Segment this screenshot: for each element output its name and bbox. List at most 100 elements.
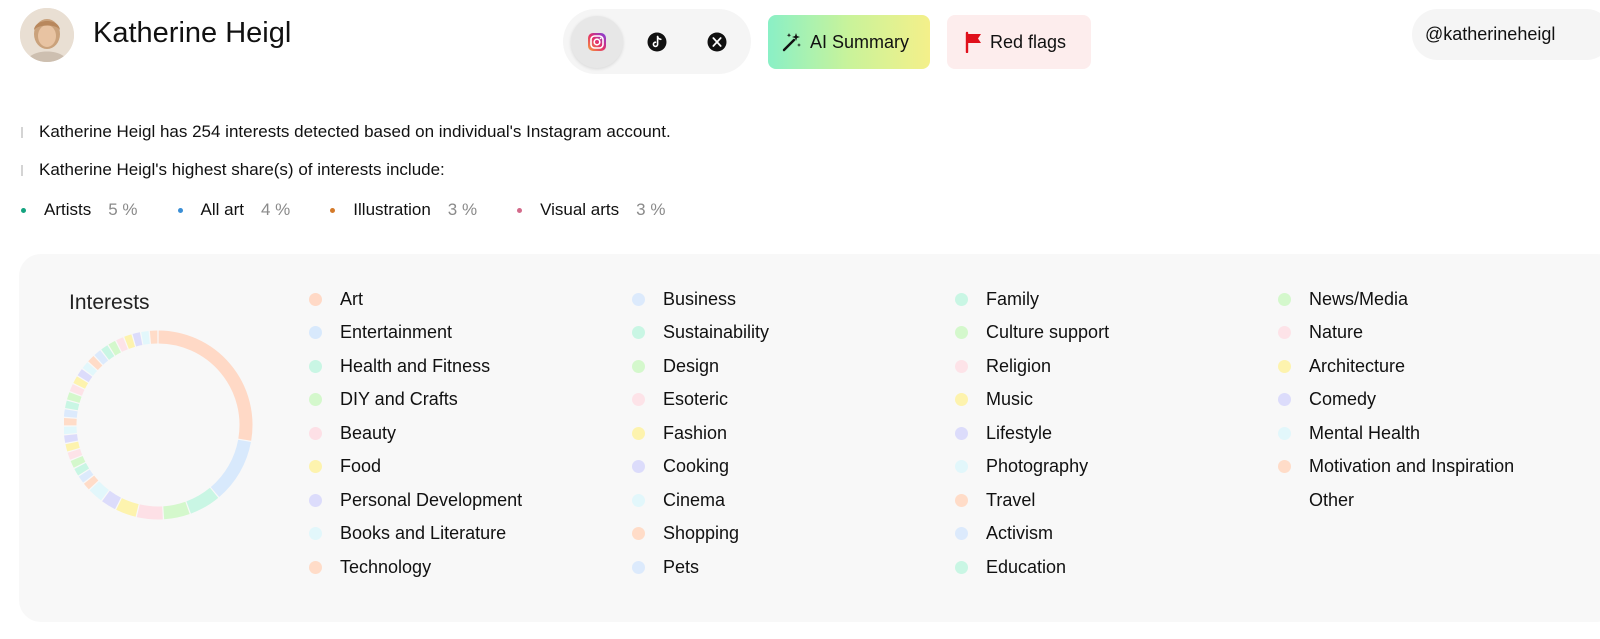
category-color-dot: [955, 326, 968, 339]
interest-category-item[interactable]: Cinema: [632, 488, 725, 512]
red-flags-button[interactable]: Red flags: [947, 15, 1091, 69]
donut-segment[interactable]: [78, 469, 94, 483]
interest-category-item[interactable]: Shopping: [632, 522, 739, 546]
summary-line-highest-share: Katherine Heigl's highest share(s) of in…: [21, 160, 445, 180]
donut-segment[interactable]: [64, 434, 78, 443]
category-color-dot: [309, 527, 322, 540]
instagram-icon: [588, 33, 606, 51]
interest-category-item[interactable]: Religion: [955, 354, 1051, 378]
interest-category-item[interactable]: Activism: [955, 522, 1053, 546]
donut-segment[interactable]: [83, 475, 99, 490]
donut-segment[interactable]: [210, 439, 251, 497]
interest-category-item[interactable]: Music: [955, 388, 1033, 412]
instagram-button[interactable]: [571, 16, 623, 68]
category-color-dot: [632, 460, 645, 473]
interest-category-item[interactable]: Mental Health: [1278, 421, 1420, 445]
donut-segment[interactable]: [74, 462, 90, 476]
donut-segment[interactable]: [102, 490, 122, 510]
interest-category-item[interactable]: Travel: [955, 488, 1035, 512]
donut-segment[interactable]: [101, 345, 115, 360]
tiktok-button[interactable]: [631, 16, 683, 68]
interests-donut-chart: [64, 330, 253, 520]
interest-category-item[interactable]: Personal Development: [309, 488, 522, 512]
interest-category-item[interactable]: Fashion: [632, 421, 727, 445]
interest-category-item[interactable]: Culture support: [955, 321, 1109, 345]
category-label: Mental Health: [1309, 422, 1421, 443]
category-label: Health and Fitness: [340, 355, 491, 376]
category-label: Personal Development: [340, 489, 523, 510]
quote-bar: [21, 164, 23, 176]
category-color-dot: [1278, 393, 1291, 406]
donut-segment[interactable]: [70, 456, 86, 468]
interest-category-item[interactable]: Other: [1278, 488, 1354, 512]
donut-segment[interactable]: [116, 337, 128, 352]
donut-segment[interactable]: [89, 481, 109, 501]
donut-segment[interactable]: [65, 441, 80, 452]
category-color-dot: [309, 393, 322, 406]
interest-category-item[interactable]: Pets: [632, 555, 699, 579]
donut-segment[interactable]: [67, 448, 83, 460]
category-label: Photography: [986, 456, 1089, 476]
ai-summary-label: AI Summary: [810, 31, 910, 52]
interest-category-item[interactable]: Food: [309, 455, 381, 479]
summary-text: Katherine Heigl has 254 interests detect…: [39, 122, 671, 141]
donut-segment[interactable]: [136, 504, 163, 520]
interest-category-item[interactable]: Lifestyle: [955, 421, 1052, 445]
interest-category-item[interactable]: Art: [309, 287, 363, 311]
ai-summary-button[interactable]: AI Summary: [768, 15, 930, 69]
interest-category-item[interactable]: DIY and Crafts: [309, 388, 458, 412]
donut-segment[interactable]: [94, 350, 109, 365]
donut-segment[interactable]: [116, 498, 139, 517]
interest-category-item[interactable]: Architecture: [1278, 354, 1405, 378]
donut-segment[interactable]: [64, 409, 78, 418]
donut-segment[interactable]: [141, 330, 150, 345]
top-interest-item: Artists 5 %: [21, 200, 138, 220]
donut-segment[interactable]: [132, 332, 143, 347]
interest-category-item[interactable]: Sustainability: [632, 321, 769, 345]
category-color-dot: [955, 359, 968, 373]
category-label: Cooking: [663, 456, 730, 476]
donut-segment[interactable]: [67, 392, 82, 403]
category-label: Comedy: [1309, 389, 1377, 409]
donut-segment[interactable]: [82, 362, 98, 376]
category-color-dot: [309, 359, 322, 373]
category-color-dot: [632, 359, 645, 373]
x-icon: [707, 32, 727, 52]
category-color-dot: [1278, 292, 1291, 306]
interests-title: Interests: [69, 291, 150, 314]
interest-category-item[interactable]: Cooking: [632, 455, 729, 479]
category-color-dot: [632, 292, 645, 306]
donut-segment[interactable]: [73, 376, 89, 389]
category-label: Travel: [986, 489, 1036, 510]
donut-segment[interactable]: [88, 355, 103, 371]
donut-segment[interactable]: [163, 501, 190, 520]
profile-handle[interactable]: @katherineheigl: [1412, 9, 1600, 60]
interest-category-item[interactable]: Esoteric: [632, 388, 728, 412]
interest-category-item[interactable]: Design: [632, 354, 719, 378]
summary-line-interest-count: Katherine Heigl has 254 interests detect…: [21, 122, 671, 142]
donut-segment[interactable]: [158, 330, 253, 441]
interest-category-item[interactable]: Comedy: [1278, 388, 1376, 412]
interest-category-item[interactable]: Nature: [1278, 321, 1363, 345]
donut-segment[interactable]: [186, 487, 219, 514]
donut-segment[interactable]: [77, 369, 93, 383]
interest-category-item[interactable]: Education: [955, 555, 1066, 579]
interest-category-item[interactable]: Beauty: [309, 421, 396, 445]
category-label: Culture support: [986, 322, 1110, 342]
interest-category-item[interactable]: Family: [955, 287, 1039, 311]
interest-category-item[interactable]: Books and Literature: [309, 522, 506, 546]
interest-category-item[interactable]: Business: [632, 287, 736, 311]
x-button[interactable]: [691, 16, 743, 68]
donut-segment[interactable]: [108, 340, 121, 356]
interest-category-item[interactable]: Health and Fitness: [309, 354, 490, 378]
interest-category-item[interactable]: Technology: [309, 555, 431, 579]
donut-segment[interactable]: [65, 400, 80, 411]
interest-category-item[interactable]: Entertainment: [309, 321, 452, 345]
interest-category-item[interactable]: News/Media: [1278, 287, 1408, 311]
category-label: Pets: [663, 556, 700, 577]
donut-segment[interactable]: [69, 384, 85, 396]
category-label: Music: [986, 389, 1034, 409]
interest-category-item[interactable]: Photography: [955, 455, 1088, 479]
interest-category-item[interactable]: Motivation and Inspiration: [1278, 455, 1514, 479]
donut-segment[interactable]: [124, 334, 136, 349]
